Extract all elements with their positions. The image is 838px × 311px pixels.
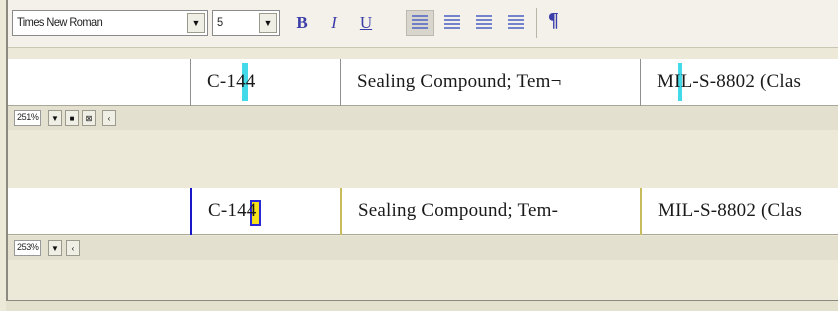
table-row: C-144 Sealing Compound; Tem- MIL-S-8802 … [8, 188, 838, 235]
zoom-bar: 251% ▼ ■ ⊠ ‹ [8, 106, 838, 130]
font-name-select[interactable]: Times New Roman ▼ [12, 10, 208, 36]
bold-button[interactable]: B [290, 10, 314, 36]
font-name-dropdown-button[interactable]: ▼ [187, 13, 205, 33]
show-formatting-button[interactable]: ¶ [548, 9, 559, 32]
close-icon[interactable]: ⊠ [82, 110, 96, 126]
scroll-left-button[interactable]: ‹ [66, 240, 80, 256]
stop-icon[interactable]: ■ [65, 110, 79, 126]
italic-button[interactable]: I [322, 10, 346, 36]
align-justify-button[interactable] [502, 10, 530, 36]
table-cell-part-number[interactable]: C-144 [190, 188, 340, 235]
toolbar-separator [536, 8, 537, 38]
part-number-text: C-144 [208, 200, 257, 221]
align-right-button[interactable] [470, 10, 498, 36]
toolbar-gap [8, 48, 838, 59]
table-cell-spec[interactable]: MIL-S-8802 (Clas [640, 59, 838, 106]
underline-button[interactable]: U [354, 10, 378, 36]
align-justify-icon [508, 15, 524, 31]
table-row: C-144 Sealing Compound; Tem¬ MIL-S-8802 … [8, 59, 838, 106]
font-size-select[interactable]: 5 ▼ [212, 10, 280, 36]
zoom-dropdown-button[interactable]: ▼ [48, 240, 62, 256]
frame-footer [6, 301, 838, 311]
align-right-icon [476, 15, 492, 31]
panel-gap [8, 260, 838, 300]
font-name-value: Times New Roman [17, 15, 103, 29]
panel-gap [8, 130, 838, 188]
formatting-toolbar: Times New Roman ▼ 5 ▼ B I U ¶ [8, 0, 838, 48]
spec-text: MIL-S-8802 (Clas [657, 71, 802, 92]
table-cell-description[interactable]: Sealing Compound; Tem- [340, 188, 640, 235]
font-size-value: 5 [217, 15, 223, 29]
scroll-left-button[interactable]: ‹ [102, 110, 116, 126]
zoom-level[interactable]: 253% [14, 240, 42, 256]
table-cell-description[interactable]: Sealing Compound; Tem¬ [340, 59, 640, 106]
font-size-dropdown-button[interactable]: ▼ [259, 13, 277, 33]
zoom-bar: 253% ▼ ‹ [8, 236, 838, 260]
table-cell-spec[interactable]: MIL-S-8802 (Clas [640, 188, 838, 235]
align-left-button[interactable] [406, 10, 434, 36]
align-center-button[interactable] [438, 10, 466, 36]
table-cell-part-number[interactable]: C-144 [190, 59, 340, 106]
zoom-dropdown-button[interactable]: ▼ [48, 110, 62, 126]
table-cell[interactable] [8, 59, 190, 106]
part-number-text: C-144 [207, 71, 256, 92]
align-center-icon [444, 15, 460, 31]
align-left-icon [412, 15, 428, 31]
zoom-level[interactable]: 251% [14, 110, 42, 126]
table-cell[interactable] [8, 188, 190, 235]
